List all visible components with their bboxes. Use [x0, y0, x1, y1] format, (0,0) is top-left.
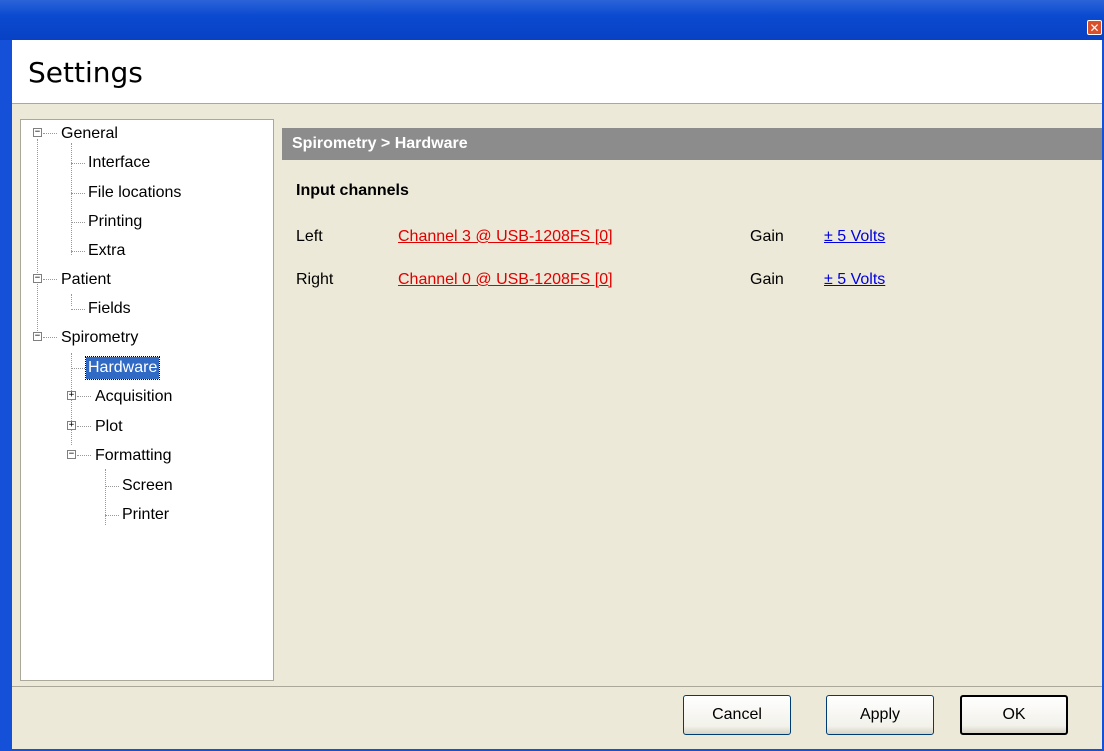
tree-line [71, 309, 85, 310]
gain-link-right[interactable]: ± 5 Volts [824, 271, 885, 289]
tree-line [71, 193, 85, 194]
tree-line [105, 469, 106, 525]
title-bar: ✕ [0, 0, 1104, 40]
channel-link-right[interactable]: Channel 0 @ USB-1208FS [0] [398, 271, 613, 289]
tree-line [71, 251, 85, 252]
tree-item-label: Acquisition [95, 388, 173, 405]
tree-item-label: File locations [88, 184, 182, 201]
tree-line [37, 139, 38, 339]
gain-label: Gain [750, 271, 784, 288]
tree-item-label: General [61, 125, 118, 142]
collapse-icon[interactable]: − [33, 274, 42, 283]
cancel-button[interactable]: Cancel [683, 695, 791, 735]
channel-side-label: Right [296, 271, 334, 288]
gain-link-left[interactable]: ± 5 Volts [824, 228, 885, 246]
collapse-icon[interactable]: − [67, 450, 76, 459]
collapse-icon[interactable]: − [33, 332, 42, 341]
collapse-icon[interactable]: − [33, 128, 42, 137]
window-frame-left [0, 40, 12, 751]
gain-label: Gain [750, 228, 784, 245]
page-title: Settings [28, 56, 143, 89]
tree-line [43, 279, 57, 280]
footer-divider [12, 686, 1102, 687]
breadcrumb: Spirometry > Hardware [282, 128, 1102, 160]
tree-item-label: Fields [88, 300, 131, 317]
tree-line [71, 368, 85, 369]
ok-button[interactable]: OK [960, 695, 1068, 735]
tree-line [105, 486, 119, 487]
tree-line [43, 133, 57, 134]
tree-item-label: Hardware [84, 356, 161, 380]
tree-line [71, 163, 85, 164]
tree-line [105, 515, 119, 516]
settings-tree[interactable]: − General Interface File locations Print… [20, 119, 274, 681]
tree-line [77, 426, 91, 427]
window-header: Settings [12, 40, 1102, 104]
expand-icon[interactable]: + [67, 391, 76, 400]
tree-item-label: Screen [122, 477, 173, 494]
tree-item-label: Interface [88, 154, 151, 171]
section-title: Input channels [296, 182, 409, 199]
tree-item-label: Patient [61, 271, 111, 288]
tree-item-label: Printing [88, 213, 143, 230]
tree-line [77, 396, 91, 397]
tree-item-label: Spirometry [61, 329, 139, 346]
close-icon[interactable]: ✕ [1087, 20, 1102, 35]
channel-side-label: Left [296, 228, 323, 245]
breadcrumb-text: Spirometry > Hardware [292, 135, 468, 152]
tree-line [71, 143, 72, 255]
channel-link-left[interactable]: Channel 3 @ USB-1208FS [0] [398, 228, 613, 246]
tree-line [71, 222, 85, 223]
apply-button[interactable]: Apply [826, 695, 934, 735]
tree-item-label: Plot [95, 418, 123, 435]
tree-item-label: Extra [88, 242, 126, 259]
tree-item-label: Printer [122, 506, 170, 523]
tree-item-label: Formatting [95, 447, 172, 464]
tree-line [77, 455, 91, 456]
tree-line [71, 294, 72, 306]
expand-icon[interactable]: + [67, 421, 76, 430]
tree-line [43, 337, 57, 338]
